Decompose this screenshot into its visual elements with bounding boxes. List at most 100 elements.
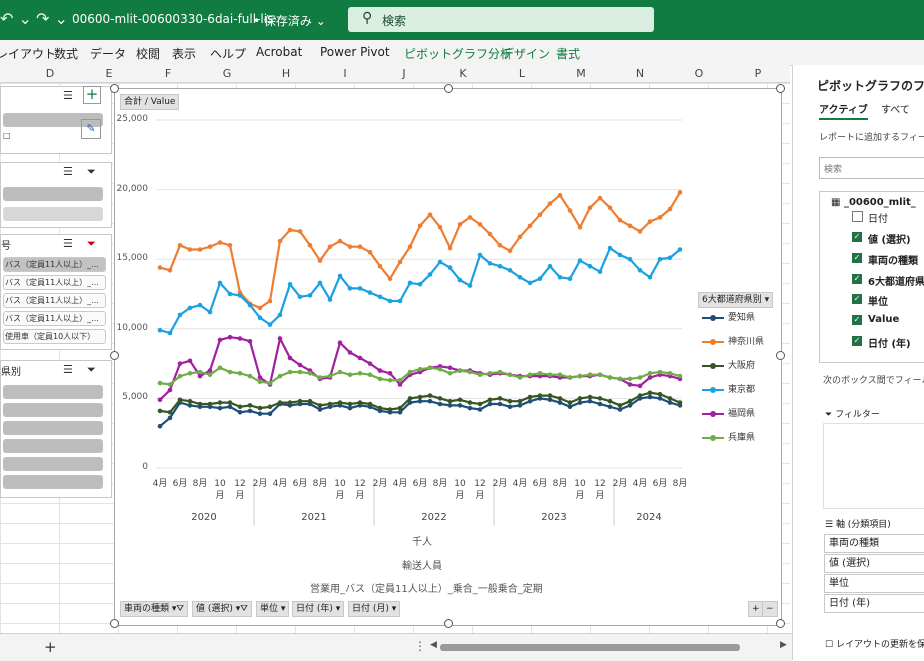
search-box[interactable]: ⚲ 検索 [348,7,654,32]
field-label[interactable]: 車両の種類 [868,252,918,267]
field-search-input[interactable]: 検索 [819,157,924,179]
field-checkbox[interactable]: ✓ [852,294,862,304]
undo-icon[interactable]: ↶ ⌄ [0,9,32,28]
filter-button-month[interactable]: 日付 (月) ▾ [348,601,401,617]
legend-item[interactable]: 兵庫県 [702,430,755,443]
legend-item[interactable]: 神奈川県 [702,334,764,347]
resize-handle[interactable] [110,84,119,93]
tab-acrobat[interactable]: Acrobat [256,45,302,59]
value-field-button[interactable]: 合計 / Value [120,94,180,110]
field-label[interactable]: 値 (選択) [868,231,911,246]
slicer-item[interactable] [3,475,103,489]
resize-handle[interactable] [776,619,785,628]
field-label[interactable]: 6大都道府県別 [868,273,924,288]
resize-handle[interactable] [776,351,785,360]
column-header[interactable]: O [689,67,709,80]
horizontal-scroll-thumb[interactable] [440,644,740,651]
slicer-item[interactable] [3,403,103,417]
filter-icon[interactable]: ⏷ [87,165,96,179]
save-status[interactable]: • 保存済み ⌄ [253,12,326,29]
redo-icon[interactable]: ↷ ⌄ [36,9,68,28]
slicer-2[interactable]: ☰ ⏷ [0,162,112,228]
slicer-1[interactable]: ☰ + □ ✎ [0,86,112,154]
add-sheet-button[interactable]: + [44,638,57,656]
slicer-item[interactable] [3,207,103,221]
multi-select-icon[interactable]: ☰ [63,363,73,376]
tab-all[interactable]: すべて [881,101,910,116]
tab-review[interactable]: 校閲 [136,45,160,62]
slicer-item[interactable]: バス（定員11人以上）_... [3,257,106,272]
tab-active[interactable]: アクティブ [819,101,868,120]
column-header[interactable]: F [158,67,178,80]
slicer-item[interactable]: 使用車（定員10人以下） [3,329,106,344]
slicer-item[interactable]: バス（定員11人以上）_... [3,311,106,326]
brush-icon[interactable]: ✎ [81,119,101,139]
column-header[interactable]: L [512,67,532,80]
axis-item[interactable]: 単位 [824,574,924,593]
clear-filter-icon[interactable]: ⏷ [87,237,96,251]
add-icon[interactable]: + [83,86,101,104]
legend-item[interactable]: 愛知県 [702,310,755,323]
axis-item[interactable]: 車両の種類 [824,534,924,553]
field-checkbox[interactable] [852,211,863,222]
slicer-item[interactable] [3,187,103,201]
filters-area[interactable] [823,423,924,509]
tab-data[interactable]: データ [90,45,126,62]
legend-item[interactable]: 東京都 [702,382,755,395]
tab-pivotchart-analyze[interactable]: ピボットグラフ分析 [404,45,512,62]
resize-handle[interactable] [110,351,119,360]
slicer-item[interactable] [3,385,103,399]
tab-layout[interactable]: レイアウト [0,45,56,62]
legend-item[interactable]: 福岡県 [702,406,755,419]
slicer-item[interactable]: バス（定員11人以上）_... [3,275,106,290]
field-checkbox[interactable]: ✓ [852,232,862,242]
field-label[interactable]: 日付 [868,210,888,225]
filter-button-vehicle[interactable]: 車両の種類 ▾⛛ [120,601,188,617]
field-checkbox[interactable]: ✓ [852,274,862,284]
slicer-4[interactable]: 県別 ☰ ⏷ [0,360,112,498]
slicer-item[interactable]: バス（定員11人以上）_... [3,293,106,308]
pivot-chart[interactable] [114,88,782,626]
resize-handle[interactable] [444,84,453,93]
tab-formulas[interactable]: 数式 [54,45,78,62]
column-header[interactable]: K [453,67,473,80]
more-icon[interactable]: ⋮ [414,639,426,653]
slicer-3[interactable]: 号 ☰ ⏷ バス（定員11人以上）_... バス（定員11人以上）_... バス… [0,234,112,350]
resize-handle[interactable] [776,84,785,93]
axis-item[interactable]: 日付 (年) [824,594,924,613]
slicer-item-label[interactable]: □ [3,131,11,140]
field-label[interactable]: 日付 (年) [868,335,911,350]
column-header[interactable]: J [394,67,414,80]
column-header[interactable]: E [99,67,119,80]
legend-field-button[interactable]: 6大都道府県別 ▾ [698,292,774,308]
slicer-item[interactable] [3,457,103,471]
filter-button-unit[interactable]: 単位 ▾ [256,601,290,617]
column-header[interactable]: H [276,67,296,80]
filter-icon[interactable]: ⏷ [87,363,96,377]
field-checkbox[interactable]: ✓ [852,253,862,263]
tab-format[interactable]: 書式 [556,45,580,62]
field-label[interactable]: 単位 [868,293,888,308]
multi-select-icon[interactable]: ☰ [63,237,73,250]
field-checkbox[interactable]: ✓ [852,336,862,346]
tab-design[interactable]: デザイン [502,45,550,62]
tab-view[interactable]: 表示 [172,45,196,62]
filter-button-value[interactable]: 値 (選択) ▾⛛ [192,601,252,617]
filter-button-year[interactable]: 日付 (年) ▾ [292,601,345,617]
slicer-item[interactable] [3,439,103,453]
tab-power-pivot[interactable]: Power Pivot [320,45,390,59]
column-header[interactable]: P [748,67,768,80]
slicer-item[interactable] [3,421,103,435]
multi-select-icon[interactable]: ☰ [63,165,73,178]
scroll-left-icon[interactable]: ◀ [430,640,437,650]
column-header[interactable]: M [571,67,591,80]
axis-item[interactable]: 値 (選択) [824,554,924,573]
defer-update-checkbox[interactable]: ☐ レイアウトの更新を保 [825,637,924,650]
column-header[interactable]: G [217,67,237,80]
column-header[interactable]: D [40,67,60,80]
resize-handle[interactable] [110,619,119,628]
tab-help[interactable]: ヘルプ [210,45,246,62]
column-header[interactable]: N [630,67,650,80]
collapse-button[interactable]: − [762,601,778,617]
column-header[interactable]: I [335,67,355,80]
